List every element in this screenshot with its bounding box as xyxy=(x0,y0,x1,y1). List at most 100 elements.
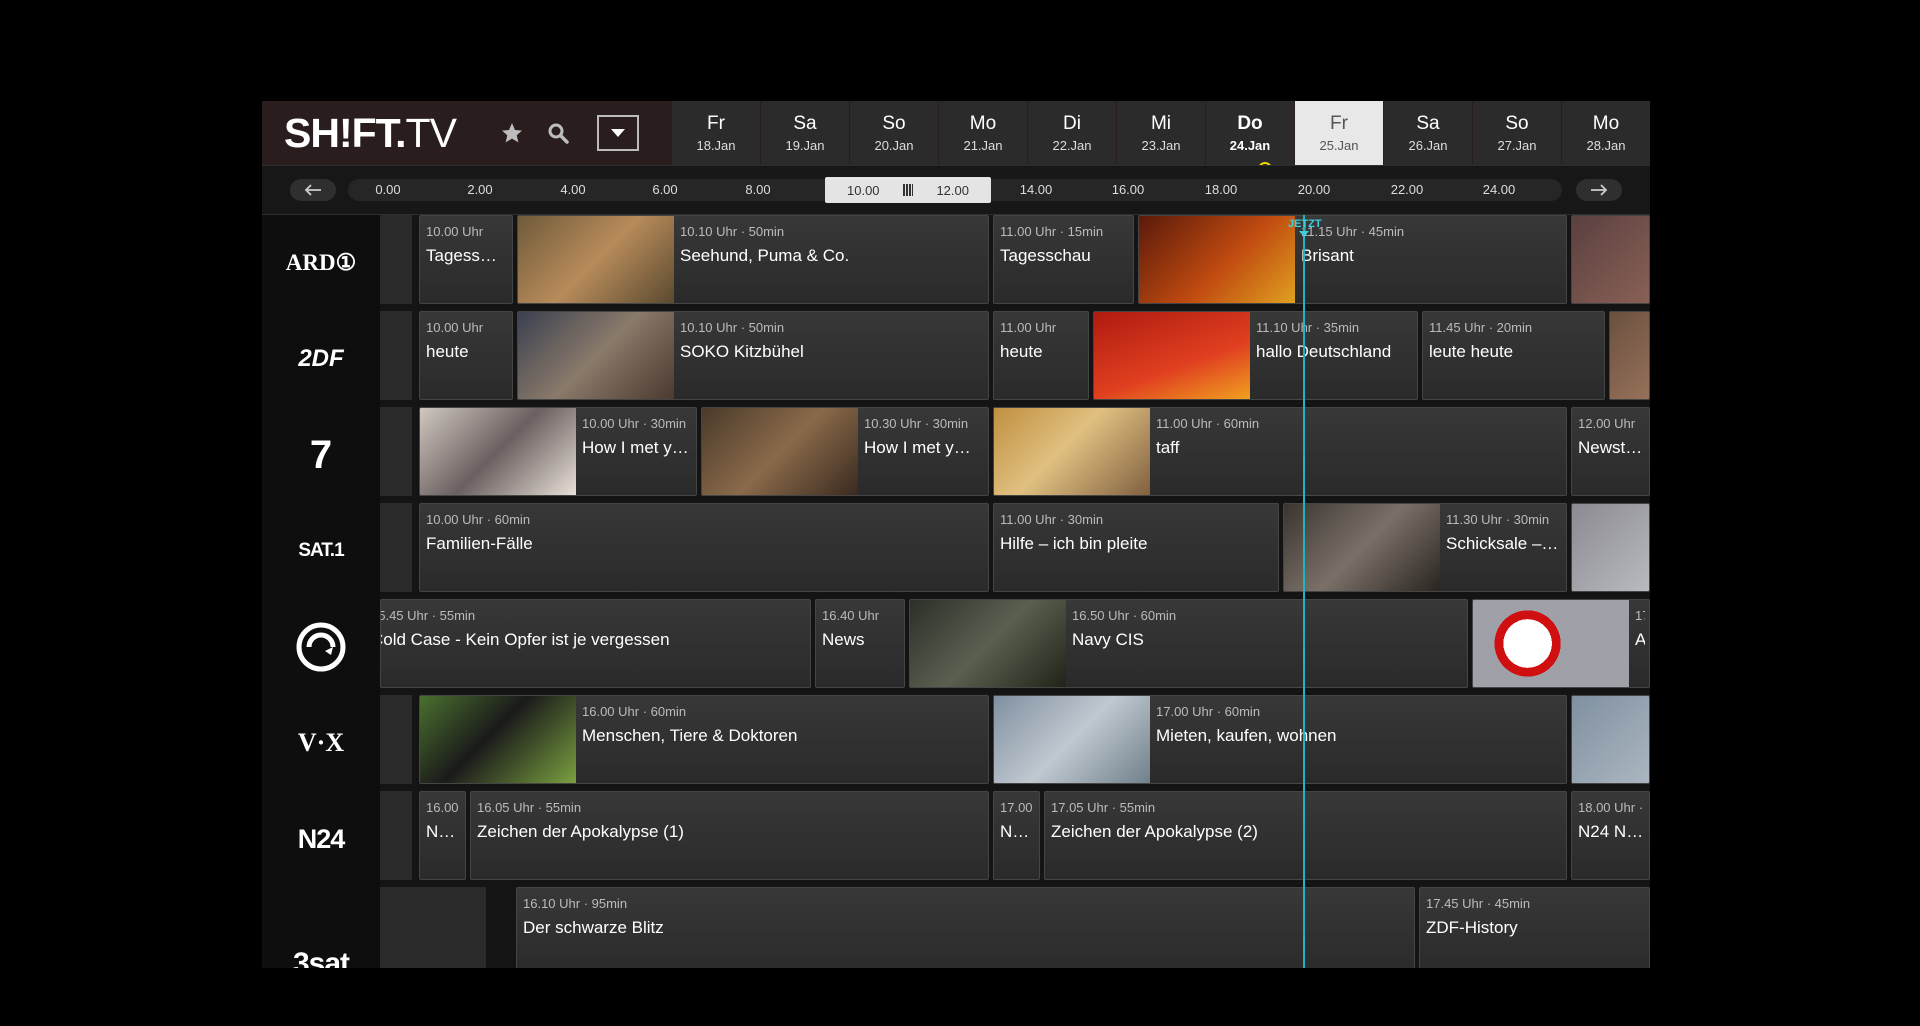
program-tile[interactable]: 17.00 Uhr · 60min Mieten, kaufen, wohnen xyxy=(993,695,1567,784)
program-tile[interactable]: 15.45 Uhr · 55min Cold Case - Kein Opfer … xyxy=(380,599,811,688)
program-tile[interactable]: 16.00 Uhr · 60min Menschen, Tiere & Dokto… xyxy=(419,695,989,784)
program-tile[interactable]: 10.10 Uhr · 50min Seehund, Puma & Co. xyxy=(517,215,989,304)
program-title: N2… xyxy=(1000,822,1035,841)
search-icon[interactable] xyxy=(540,115,576,151)
program-tile[interactable]: 10.00 Uhr Tagess… xyxy=(419,215,513,304)
day-weekday: Mo xyxy=(1592,113,1620,134)
channel-logo-3sat[interactable]: 3sat xyxy=(262,887,380,968)
program-tile[interactable]: 10.00 Uhr · 60min Familien-Fälle xyxy=(419,503,989,592)
program-tile[interactable]: 16.40 Uhr News xyxy=(815,599,905,688)
day-tab[interactable]: So 20.Jan xyxy=(850,101,938,165)
day-date: 18.Jan xyxy=(696,138,736,153)
program-time: 17.05 Uhr · 55min xyxy=(1051,800,1156,815)
program-tile[interactable]: 12.00 Uhr Newstime xyxy=(1571,407,1650,496)
program-time: 16.10 Uhr · 95min xyxy=(523,896,628,911)
program-thumbnail xyxy=(994,696,1150,783)
day-date: 24.Jan xyxy=(1229,138,1271,153)
arrow-right-icon xyxy=(1591,184,1608,196)
dropdown-button[interactable] xyxy=(597,115,639,151)
program-thumbnail xyxy=(420,696,576,783)
program-tile[interactable]: 11.00 Uhr · 60min taff xyxy=(993,407,1567,496)
program-title: Zeichen der Apokalypse (2) xyxy=(1051,822,1258,841)
time-window-slider[interactable]: 10.00 12.00 xyxy=(825,177,991,203)
day-tab[interactable]: Fr 18.Jan xyxy=(672,101,760,165)
program-time: 10.00 Uhr · 30min xyxy=(582,416,687,431)
channel-logo-prosieben[interactable]: 7 xyxy=(262,407,380,503)
program-tile[interactable]: 11.10 Uhr · 35min hallo Deutschland xyxy=(1093,311,1418,400)
program-time: 11.15 Uhr · 45min xyxy=(1301,224,1405,239)
program-tile[interactable] xyxy=(1571,695,1650,784)
program-stub[interactable] xyxy=(380,695,412,784)
program-tile[interactable]: 17.50 Abe xyxy=(1472,599,1650,688)
channel-logo-n24[interactable]: N24 xyxy=(262,791,380,887)
program-tile[interactable] xyxy=(1609,311,1650,400)
day-date: 23.Jan xyxy=(1141,138,1181,153)
day-tab[interactable]: Sa 26.Jan xyxy=(1384,101,1472,165)
shift-tv-logo[interactable]: SH!FT.TV xyxy=(284,111,457,155)
program-thumbnail xyxy=(518,312,674,399)
program-tile[interactable]: 10.30 Uhr · 30min How I met y… xyxy=(701,407,989,496)
day-tab[interactable]: So 27.Jan xyxy=(1473,101,1561,165)
program-tile[interactable]: 18.00 Uhr · 15 N24 Nachr xyxy=(1571,791,1650,880)
program-stub[interactable] xyxy=(380,311,412,400)
time-label: 4.00 xyxy=(560,182,586,197)
program-time: 17.00 Uhr · 60min xyxy=(1156,704,1261,719)
day-tab[interactable]: Mo 21.Jan xyxy=(939,101,1027,165)
program-tile[interactable]: 11.45 Uhr · 20min leute heute xyxy=(1422,311,1605,400)
day-tab-today[interactable]: Do 24.Jan xyxy=(1206,101,1294,165)
day-tab[interactable]: Mo 28.Jan xyxy=(1562,101,1650,165)
channel-logo-sat1[interactable]: SAT.1 xyxy=(262,503,380,599)
program-stub[interactable] xyxy=(380,503,412,592)
program-tile[interactable]: 17.05 Uhr · 55min Zeichen der Apokalypse … xyxy=(1044,791,1567,880)
program-tile[interactable]: 11.00 Uhr heute xyxy=(993,311,1089,400)
program-tile[interactable]: 16.05 Uhr · 55min Zeichen der Apokalypse … xyxy=(470,791,989,880)
channel-logo-vox[interactable]: V·X xyxy=(262,695,380,791)
program-tile[interactable]: 10.00 Uhr · 30min How I met y… xyxy=(419,407,697,496)
program-tile[interactable]: 16.10 Uhr · 95min Der schwarze Blitz xyxy=(516,887,1415,968)
program-tile[interactable]: 11.00 Uhr · 15min Tagesschau xyxy=(993,215,1134,304)
program-title: Abe xyxy=(1635,630,1645,650)
program-stub[interactable] xyxy=(380,215,412,304)
program-tile[interactable] xyxy=(1571,215,1650,304)
program-stub[interactable] xyxy=(380,791,412,880)
program-title: ZDF-History xyxy=(1426,918,1518,937)
program-tile[interactable]: 10.00 Uhr heute xyxy=(419,311,513,400)
time-track[interactable]: 0.00 2.00 4.00 6.00 8.00 14.00 16.00 18.… xyxy=(348,177,1562,203)
program-tile[interactable]: 11.30 Uhr · 30min Schicksale –… xyxy=(1283,503,1567,592)
channel-logo-zdf[interactable]: 2DF xyxy=(262,311,380,407)
day-tab[interactable]: Mi 23.Jan xyxy=(1117,101,1205,165)
channel-row-vox: V·X 16.00 Uhr · 60min Menschen, Tiere & D… xyxy=(262,695,1650,791)
star-icon[interactable] xyxy=(494,115,530,151)
next-button[interactable] xyxy=(1576,179,1622,201)
day-tab[interactable]: Di 22.Jan xyxy=(1028,101,1116,165)
day-tab-selected[interactable]: Fr 25.Jan xyxy=(1295,101,1383,165)
program-stub[interactable] xyxy=(380,407,412,496)
program-tile[interactable]: 17.00 N2… xyxy=(993,791,1040,880)
kabeleins-logo-icon xyxy=(296,622,346,672)
time-label: 0.00 xyxy=(375,182,401,197)
channel-logo-ard[interactable]: ARD① xyxy=(262,215,380,311)
program-time: 16.50 Uhr · 60min xyxy=(1072,608,1177,623)
program-tile[interactable]: 16.00 N2… xyxy=(419,791,466,880)
day-weekday: Fr xyxy=(1330,113,1348,134)
program-tile[interactable]: 17.45 Uhr · 45min ZDF-History xyxy=(1419,887,1650,968)
day-date: 19.Jan xyxy=(785,138,825,153)
day-weekday: So xyxy=(882,113,906,134)
channel-row-zdf: 2DF 10.00 Uhr heute 10.10 Uhr · 50min SOKO… xyxy=(262,311,1650,407)
program-thumbnail xyxy=(1610,312,1649,399)
program-thumbnail xyxy=(1572,504,1649,591)
program-time: 11.00 Uhr · 60min xyxy=(1156,416,1260,431)
program-title: Menschen, Tiere & Doktoren xyxy=(582,726,798,745)
program-tile[interactable]: 10.10 Uhr · 50min SOKO Kitzbühel xyxy=(517,311,989,400)
prev-button[interactable] xyxy=(290,179,336,201)
program-tile[interactable] xyxy=(1571,503,1650,592)
program-tile[interactable]: 11.15 Uhr · 45min Brisant xyxy=(1138,215,1567,304)
program-time: 16.40 Uhr xyxy=(822,608,880,623)
program-title: heute xyxy=(1000,342,1043,361)
program-tile[interactable]: 11.00 Uhr · 30min Hilfe – ich bin pleite xyxy=(993,503,1279,592)
channel-logo-kabeleins[interactable] xyxy=(262,599,380,695)
day-tab[interactable]: Sa 19.Jan xyxy=(761,101,849,165)
program-tile[interactable]: 16.50 Uhr · 60min Navy CIS xyxy=(909,599,1468,688)
program-stub[interactable] xyxy=(380,887,486,968)
program-title: How I met y… xyxy=(864,438,971,457)
